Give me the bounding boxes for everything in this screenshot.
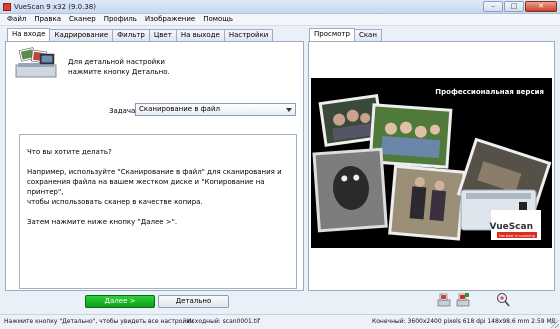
intro-text: Для детальной настройки нажмите кнопку Д…	[68, 57, 228, 77]
tab-color[interactable]: Цвет	[148, 29, 177, 41]
preview-tabs: Просмотр Скан	[309, 28, 382, 41]
settings-panel: Для детальной настройки нажмите кнопку Д…	[5, 41, 304, 291]
tab-input[interactable]: На входе	[7, 28, 51, 41]
menu-help[interactable]: Помощь	[199, 14, 237, 25]
task-select[interactable]: Сканирование в файл	[135, 103, 296, 116]
title-bar: VueScan 9 x32 (9.0.38) – □ ✕	[0, 0, 560, 14]
vuescan-logo-tagline: the best in scanning	[499, 234, 535, 238]
help-example-line-1: Например, используйте "Сканирование в фа…	[27, 168, 282, 176]
menu-edit[interactable]: Правка	[30, 14, 65, 25]
status-bar: Нажмите кнопку "Детально", чтобы увидеть…	[0, 314, 560, 329]
scanner-photos-icon	[15, 47, 57, 78]
status-destination: Конечный: 3600x2400 pixels 618 dpi 148x9…	[372, 318, 556, 325]
tab-crop[interactable]: Кадрирование	[49, 29, 114, 41]
zoom-in-icon[interactable]	[496, 292, 510, 308]
detail-button[interactable]: Детально	[158, 295, 229, 308]
help-example-line-2: сохранения файла на вашем жестком диске …	[27, 178, 265, 196]
menu-image[interactable]: Изображение	[141, 14, 199, 25]
tab-scan[interactable]: Скан	[353, 29, 382, 41]
help-question: Что вы хотите делать?	[27, 148, 112, 156]
window-title: VueScan 9 x32 (9.0.38)	[14, 3, 96, 11]
tab-output[interactable]: На выходе	[175, 29, 225, 41]
tab-prefs[interactable]: Настройки	[223, 29, 274, 41]
preview-panel: VueScan the best in scanning Профессиона…	[308, 41, 555, 291]
pro-version-label: Профессиональная версия	[435, 88, 544, 96]
help-instruction: Затем нажмите ниже кнопку "Далее >".	[27, 218, 178, 226]
settings-tabs: На входе Кадрирование Фильтр Цвет На вых…	[7, 28, 274, 41]
tab-preview[interactable]: Просмотр	[309, 28, 355, 41]
task-label: Задача:	[109, 107, 138, 115]
help-example-line-3: чтобы использовать сканер в качестве коп…	[27, 198, 203, 206]
preview-image[interactable]: VueScan the best in scanning Профессиона…	[311, 78, 552, 248]
menu-bar: Файл Правка Сканер Профиль Изображение П…	[0, 14, 560, 26]
chevron-down-icon	[286, 108, 292, 112]
help-text-box: Что вы хотите делать? Например, использу…	[19, 134, 297, 289]
tab-filter[interactable]: Фильтр	[112, 29, 150, 41]
status-hint: Нажмите кнопку "Детально", чтобы увидеть…	[4, 318, 194, 325]
menu-file[interactable]: Файл	[3, 14, 30, 25]
app-icon	[3, 3, 11, 11]
resize-grip[interactable]	[551, 320, 559, 328]
status-source: Исходный: scan0001.tif	[187, 318, 260, 325]
menu-scanner[interactable]: Сканер	[65, 14, 100, 25]
scan-preview-icon[interactable]	[437, 292, 451, 308]
minimize-button[interactable]: –	[483, 1, 503, 12]
window-controls: – □ ✕	[483, 1, 557, 13]
maximize-button[interactable]: □	[504, 1, 524, 12]
menu-profile[interactable]: Профиль	[100, 14, 141, 25]
intro-line-2: нажмите кнопку Детально.	[68, 68, 170, 76]
task-select-value: Сканирование в файл	[139, 105, 220, 113]
close-button[interactable]: ✕	[525, 1, 557, 12]
intro-line-1: Для детальной настройки	[68, 58, 165, 66]
photo-collage: VueScan the best in scanning	[311, 78, 552, 248]
vuescan-logo: VueScan	[490, 222, 533, 232]
next-button[interactable]: Далее >	[85, 295, 155, 308]
scan-save-icon[interactable]	[456, 292, 470, 308]
